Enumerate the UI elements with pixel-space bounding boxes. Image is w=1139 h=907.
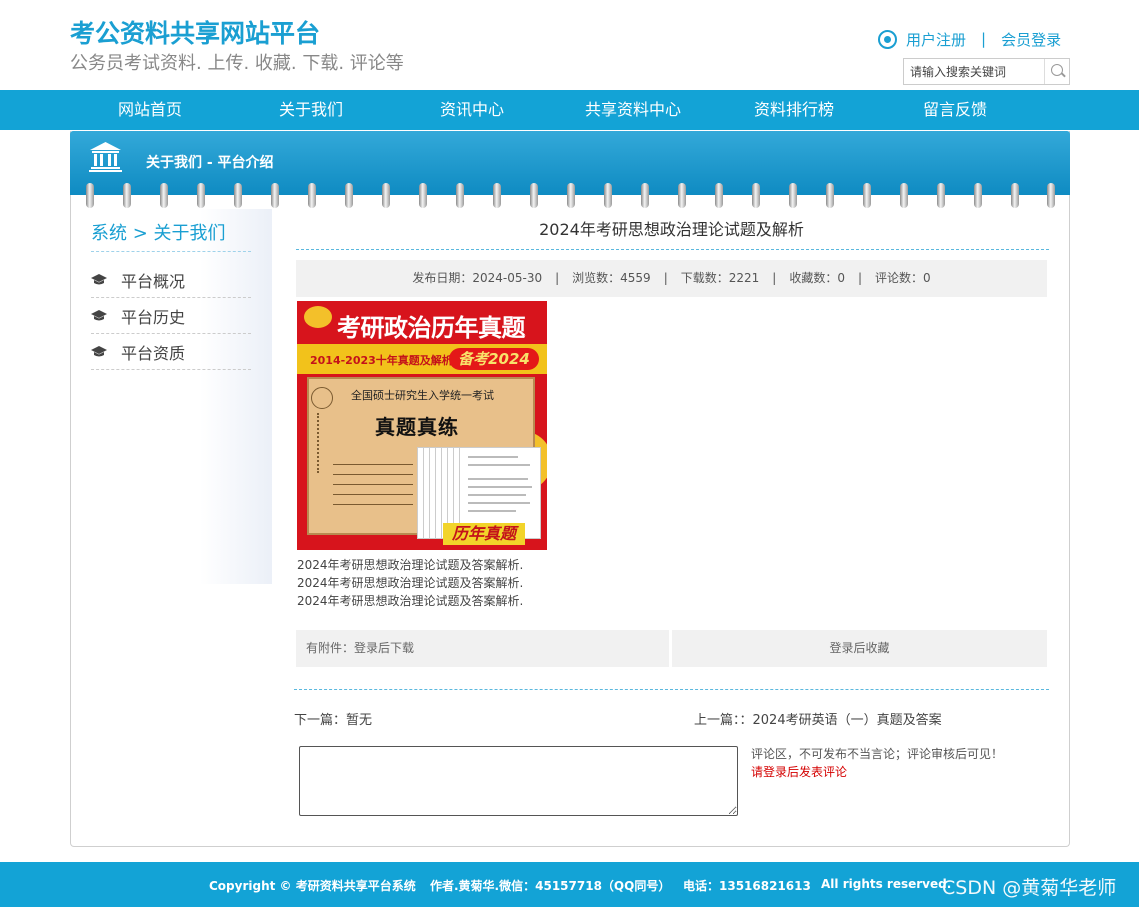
article-divider-bottom — [294, 689, 1049, 690]
binder-ring — [937, 183, 945, 208]
binder-ring — [678, 183, 686, 208]
sidebar-title: 系统 > 关于我们 — [91, 223, 226, 244]
cover-vertical-text — [317, 413, 331, 473]
publisher-logo — [304, 306, 332, 328]
sidebar-item-qualification[interactable]: 平台资质 — [91, 334, 251, 370]
cover-big-text: 真题真练 — [375, 415, 459, 439]
nav-item-ranking[interactable]: 资料排行榜 — [754, 90, 834, 130]
binder-ring — [789, 183, 797, 208]
page: 考公资料共享网站平台 公务员考试资料. 上传. 收藏. 下载. 评论等 用户注册… — [0, 0, 1139, 907]
binder-ring — [641, 183, 649, 208]
article-description-line: 2024年考研思想政治理论试题及答案解析. — [297, 576, 524, 590]
search-input[interactable] — [904, 59, 1044, 84]
sidebar-item-history[interactable]: 平台历史 — [91, 298, 251, 334]
graduation-cap-icon — [91, 273, 107, 284]
meta-downloads: 下载数：2221 — [680, 271, 760, 285]
binder-ring — [123, 183, 131, 208]
footer-author: 作者.黄菊华.微信：45157718（QQ同号） — [430, 879, 671, 893]
prev-article-link[interactable]: 上一篇：：2024考研英语（一）真题及答案 — [694, 709, 942, 728]
article-meta: 发布日期：2024-05-30 | 浏览数：4559 | 下载数：2221 | 收藏数：0 |… — [296, 260, 1047, 297]
radio-icon — [878, 29, 897, 49]
binder-ring — [160, 183, 168, 208]
meta-comments: 评论数：0 — [875, 271, 931, 285]
comment-textarea[interactable] — [299, 746, 738, 816]
nav-item-news[interactable]: 资讯中心 — [440, 90, 504, 130]
nav-item-shared-materials[interactable]: 共享资料中心 — [585, 90, 681, 130]
binder-ring — [234, 183, 242, 208]
binder-ring — [86, 183, 94, 208]
binder-ring — [530, 183, 538, 208]
cover-headline: 考研政治历年真题 — [337, 314, 526, 342]
binder-ring — [456, 183, 464, 208]
footer-phone: 电话：13516821613 — [683, 879, 811, 893]
link-separator: | — [981, 30, 987, 48]
meta-separator: | — [857, 271, 863, 285]
sidebar-item-overview[interactable]: 平台概况 — [91, 262, 251, 298]
article-title: 2024年考研思想政治理论试题及解析 — [539, 220, 804, 239]
cover-badge: 备考2024 — [449, 348, 539, 370]
graduation-cap-icon — [91, 309, 107, 320]
binder-ring — [604, 183, 612, 208]
sidebar-item-label: 平台资质 — [121, 343, 186, 363]
cover-form-fields — [333, 456, 413, 506]
csdn-watermark: CSDN @黄菊华老师 — [942, 877, 1117, 899]
binder-ring — [345, 183, 353, 208]
footer-rights: All rights reserved. — [821, 877, 952, 891]
meta-views: 浏览数：4559 — [572, 271, 651, 285]
binder-ring — [419, 183, 427, 208]
binder-ring — [382, 183, 390, 208]
search-icon-handle — [1061, 72, 1066, 78]
next-article-link[interactable]: 下一篇：暂无 — [294, 709, 372, 728]
breadcrumb: 关于我们 - 平台介绍 — [146, 155, 274, 171]
binder-rings — [70, 183, 1070, 209]
meta-separator: | — [772, 271, 777, 285]
binder-ring — [752, 183, 760, 208]
article-description-line: 2024年考研思想政治理论试题及答案解析. — [297, 594, 524, 608]
site-subtitle: 公务员考试资料. 上传. 收藏. 下载. 评论等 — [70, 53, 404, 74]
article-description-line: 2024年考研思想政治理论试题及答案解析. — [297, 558, 524, 572]
binder-ring — [1011, 183, 1019, 208]
meta-separator: | — [663, 271, 668, 285]
cover-exam-line: 全国硕士研究生入学统一考试 — [351, 389, 494, 402]
sidebar-item-label: 平台历史 — [121, 307, 186, 327]
binder-ring — [1047, 183, 1055, 208]
site-title[interactable]: 考公资料共享网站平台 — [70, 14, 320, 50]
login-to-comment-link[interactable]: 请登录后发表评论 — [751, 763, 847, 780]
binder-ring — [900, 183, 908, 208]
binder-ring — [826, 183, 834, 208]
nav-item-feedback[interactable]: 留言反馈 — [923, 90, 987, 130]
search-button[interactable] — [1044, 59, 1069, 84]
register-link[interactable]: 用户注册 — [906, 29, 966, 50]
article-cover-image: 考研政治历年真题 2014-2023十年真题及解析 备考2024 全国硕士研究生… — [297, 301, 547, 550]
bank-icon — [89, 142, 122, 172]
sidebar-item-label: 平台概况 — [121, 271, 186, 291]
search-box — [903, 58, 1070, 85]
binder-ring — [974, 183, 982, 208]
binder-ring — [271, 183, 279, 208]
binder-ring — [197, 183, 205, 208]
binder-ring — [308, 183, 316, 208]
footer-copyright: Copyright © 考研资料共享平台系统 — [209, 879, 416, 893]
favorite-button[interactable]: 登录后收藏 — [672, 630, 1047, 667]
login-link[interactable]: 会员登录 — [1001, 29, 1061, 50]
graduation-cap-icon — [91, 345, 107, 356]
binder-ring — [863, 183, 871, 208]
meta-separator: | — [555, 271, 560, 285]
binder-ring — [715, 183, 723, 208]
comment-note: 评论区，不可发布不当言论；评论审核后可见！ — [751, 747, 1004, 761]
nav-item-home[interactable]: 网站首页 — [118, 90, 182, 130]
cover-seal — [311, 387, 333, 409]
user-links: 用户注册 | 会员登录 — [878, 28, 1061, 50]
meta-favorites: 收藏数：0 — [789, 271, 845, 285]
article-divider — [296, 249, 1049, 250]
attachment-download-link[interactable]: 有附件：登录后下载 — [296, 630, 669, 667]
nav-item-about[interactable]: 关于我们 — [279, 90, 343, 130]
binder-ring — [567, 183, 575, 208]
cover-subline: 2014-2023十年真题及解析 — [310, 354, 453, 367]
sidebar-divider — [91, 251, 251, 252]
meta-publish-date: 发布日期：2024-05-30 — [412, 271, 543, 285]
main-nav: 网站首页 关于我们 资讯中心 共享资料中心 资料排行榜 留言反馈 — [0, 90, 1139, 130]
binder-ring — [493, 183, 501, 208]
cover-tag: 历年真题 — [443, 523, 525, 545]
